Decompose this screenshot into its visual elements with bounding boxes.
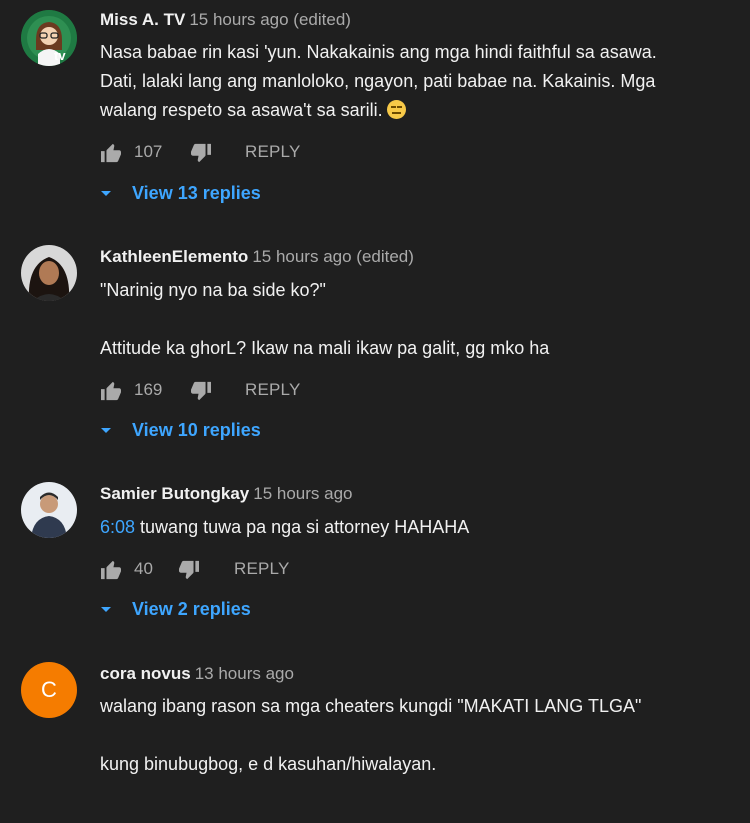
comment-text-line: walang ibang rason sa mga cheaters kungd… — [100, 696, 642, 716]
thumb-down-icon[interactable] — [190, 381, 212, 401]
reply-button[interactable]: REPLY — [245, 142, 301, 162]
author-name[interactable]: Samier Butongkay — [100, 484, 249, 503]
comment-header: KathleenElemento 15 hours ago (edited) — [100, 247, 414, 267]
comment-text-line: kung binubugbog, e d kasuhan/hiwalayan. — [100, 754, 437, 774]
reply-button[interactable]: REPLY — [234, 559, 290, 579]
avatar-tv-label: tv — [54, 48, 66, 63]
timestamp[interactable]: 15 hours ago (edited) — [189, 10, 351, 29]
comment-text-line: Attitude ka ghorL? Ikaw na mali ikaw pa … — [100, 338, 550, 358]
thumb-up-icon[interactable] — [100, 560, 122, 580]
thumb-up-icon[interactable] — [100, 381, 122, 401]
comment-text: 6:08 tuwang tuwa pa nga si attorney HAHA… — [100, 513, 690, 542]
reply-button[interactable]: REPLY — [245, 380, 301, 400]
comment-actions: 169 REPLY — [100, 379, 400, 405]
avatar[interactable] — [21, 245, 77, 301]
thumb-up-icon[interactable] — [100, 143, 122, 163]
caret-down-icon — [101, 607, 111, 612]
like-count: 169 — [134, 380, 163, 399]
view-replies-button[interactable]: View 10 replies — [100, 420, 300, 444]
avatar[interactable]: C — [21, 662, 77, 718]
comment-text-line: Nasa babae rin kasi 'yun. Nakakainis ang… — [100, 42, 657, 120]
timestamp[interactable]: 15 hours ago (edited) — [252, 247, 414, 266]
comment-text-line: "Narinig nyo na ba side ko?" — [100, 280, 326, 300]
comment-text: Nasa babae rin kasi 'yun. Nakakainis ang… — [100, 38, 690, 125]
like-count: 40 — [134, 559, 153, 578]
thumb-down-icon[interactable] — [190, 143, 212, 163]
comment-header: Miss A. TV 15 hours ago (edited) — [100, 10, 351, 30]
avatar[interactable]: tv — [21, 10, 77, 66]
video-timestamp-link[interactable]: 6:08 — [100, 517, 135, 537]
view-replies-button[interactable]: View 13 replies — [100, 183, 300, 207]
view-replies-label: View 2 replies — [132, 599, 251, 619]
emoji-expressionless-icon — [386, 100, 406, 119]
caret-down-icon — [101, 191, 111, 196]
caret-down-icon — [101, 428, 111, 433]
thumb-down-icon[interactable] — [178, 560, 200, 580]
like-count: 107 — [134, 142, 163, 161]
comment-text: walang ibang rason sa mga cheaters kungd… — [100, 692, 645, 779]
timestamp[interactable]: 15 hours ago — [253, 484, 352, 503]
comment-header: cora novus 13 hours ago — [100, 664, 294, 684]
comment-actions: 107 REPLY — [100, 141, 400, 167]
comment-header: Samier Butongkay 15 hours ago — [100, 484, 353, 504]
view-replies-label: View 13 replies — [132, 183, 261, 203]
avatar[interactable] — [21, 482, 77, 538]
author-name[interactable]: cora novus — [100, 664, 191, 683]
author-name[interactable]: Miss A. TV — [100, 10, 185, 29]
view-replies-label: View 10 replies — [132, 420, 261, 440]
view-replies-button[interactable]: View 2 replies — [100, 599, 300, 623]
author-name[interactable]: KathleenElemento — [100, 247, 248, 266]
comment-actions: 40 REPLY — [100, 558, 400, 584]
avatar-letter: C — [41, 677, 57, 702]
comment-text-line: tuwang tuwa pa nga si attorney HAHAHA — [135, 517, 470, 537]
comment-text: "Narinig nyo na ba side ko?" Attitude ka… — [100, 276, 690, 363]
timestamp[interactable]: 13 hours ago — [195, 664, 294, 683]
